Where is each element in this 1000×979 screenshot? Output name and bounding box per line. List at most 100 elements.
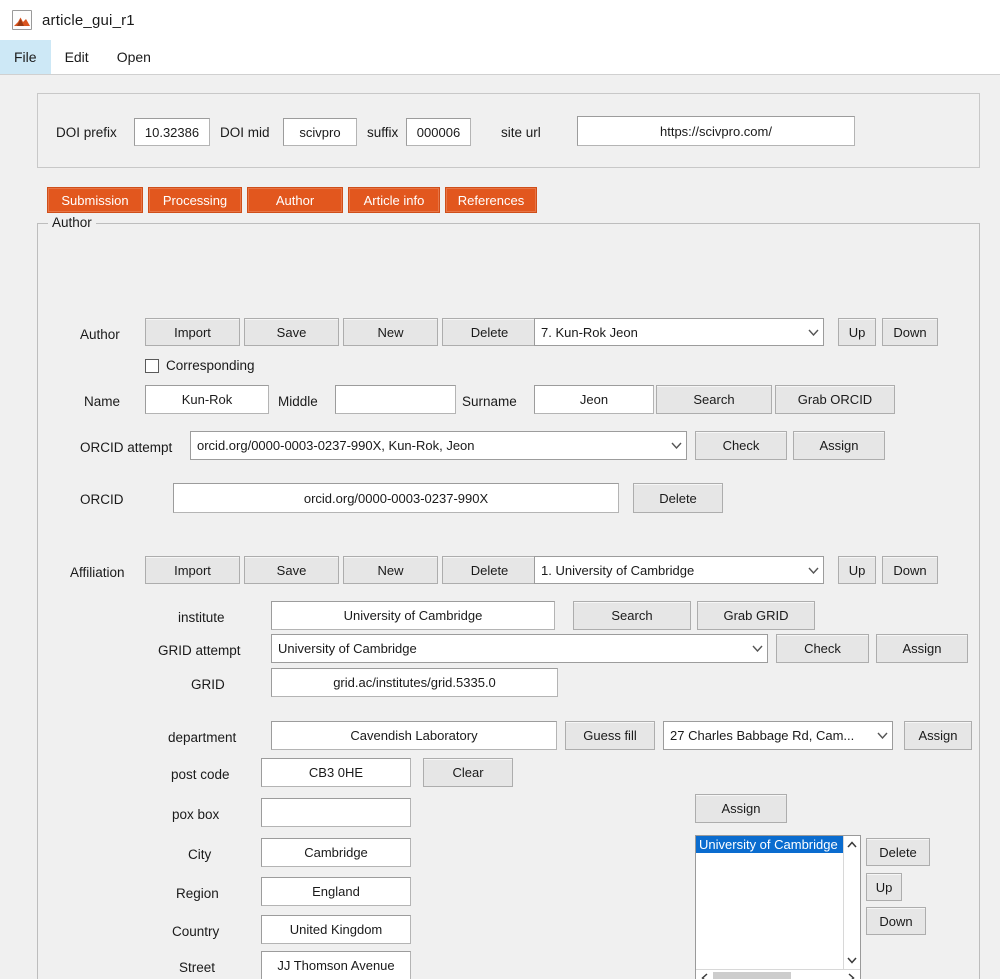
grid-assign-label: Assign (902, 641, 942, 656)
affiliation-new-button[interactable]: New (343, 556, 438, 584)
address-select-dropdown[interactable]: 27 Charles Babbage Rd, Cam... (663, 721, 893, 750)
pox-box-input[interactable] (261, 798, 411, 827)
scroll-right-icon[interactable] (843, 970, 860, 979)
institute-search-button[interactable]: Search (573, 601, 691, 630)
corresponding-label: Corresponding (166, 358, 255, 373)
listbox-vertical-scrollbar[interactable] (843, 836, 860, 969)
department-value: Cavendish Laboratory (350, 728, 478, 743)
doi-prefix-input[interactable]: 10.32386 (134, 118, 210, 146)
street-input[interactable]: JJ Thomson Avenue (261, 951, 411, 979)
middle-label: Middle (278, 394, 318, 409)
author-group-panel: Author Author Import Save New Delete 7. … (37, 215, 980, 979)
orcid-attempt-dropdown[interactable]: orcid.org/0000-0003-0237-990X, Kun-Rok, … (190, 431, 687, 460)
orcid-delete-label: Delete (659, 490, 697, 506)
grab-grid-button[interactable]: Grab GRID (697, 601, 815, 630)
affiliation-select-dropdown[interactable]: 1. University of Cambridge (534, 556, 824, 584)
scroll-up-icon[interactable] (844, 836, 861, 853)
author-delete-button[interactable]: Delete (442, 318, 537, 346)
author-save-button[interactable]: Save (244, 318, 339, 346)
orcid-attempt-value: orcid.org/0000-0003-0237-990X, Kun-Rok, … (197, 438, 475, 453)
address-assign-button[interactable]: Assign (904, 721, 972, 750)
grab-orcid-label: Grab ORCID (797, 392, 873, 407)
tab-author[interactable]: Author (247, 187, 343, 213)
affiliation-save-button[interactable]: Save (244, 556, 339, 584)
affiliation-listbox[interactable]: University of Cambridge (695, 835, 861, 979)
affiliation-up-button[interactable]: Up (838, 556, 876, 584)
country-input[interactable]: United Kingdom (261, 915, 411, 944)
menu-item-edit[interactable]: Edit (51, 40, 103, 74)
author-down-button[interactable]: Down (882, 318, 938, 346)
tab-submission[interactable]: Submission (47, 187, 143, 213)
orcid-assign-button[interactable]: Assign (793, 431, 885, 460)
affiliation-import-button[interactable]: Import (145, 556, 240, 584)
application-window: article_gui_r1 File Edit Open DOI prefix… (0, 0, 1000, 979)
guess-fill-button[interactable]: Guess fill (565, 721, 655, 750)
scroll-down-icon[interactable] (844, 952, 861, 969)
chevron-down-icon (803, 319, 823, 345)
orcid-delete-button[interactable]: Delete (633, 483, 723, 513)
middle-input[interactable] (335, 385, 456, 414)
site-url-input[interactable]: https://scivpro.com/ (577, 116, 855, 146)
country-value: United Kingdom (289, 922, 383, 937)
author-import-button[interactable]: Import (145, 318, 240, 346)
author-save-label: Save (276, 324, 307, 340)
city-value: Cambridge (304, 845, 368, 860)
affiliation-down-button[interactable]: Down (882, 556, 938, 584)
affiliation-list-assign-button[interactable]: Assign (695, 794, 787, 823)
city-input[interactable]: Cambridge (261, 838, 411, 867)
corresponding-checkbox[interactable]: Corresponding (145, 358, 255, 373)
doi-suffix-value: 000006 (416, 124, 461, 140)
menu-item-open[interactable]: Open (103, 40, 165, 74)
tab-article-info[interactable]: Article info (348, 187, 440, 213)
surname-value: Jeon (579, 392, 609, 407)
orcid-check-button[interactable]: Check (695, 431, 787, 460)
address-select-value: 27 Charles Babbage Rd, Cam... (670, 728, 855, 743)
institute-input[interactable]: University of Cambridge (271, 601, 555, 630)
department-input[interactable]: Cavendish Laboratory (271, 721, 557, 750)
doi-suffix-input[interactable]: 000006 (406, 118, 471, 146)
post-code-input[interactable]: CB3 0HE (261, 758, 411, 787)
surname-input[interactable]: Jeon (534, 385, 654, 414)
author-select-dropdown[interactable]: 7. Kun-Rok Jeon (534, 318, 824, 346)
orcid-input[interactable]: orcid.org/0000-0003-0237-990X (173, 483, 619, 513)
grab-orcid-button[interactable]: Grab ORCID (775, 385, 895, 414)
grid-label: GRID (191, 677, 225, 692)
name-search-button[interactable]: Search (656, 385, 772, 414)
chevron-down-icon (872, 722, 892, 749)
affiliation-list-up-button[interactable]: Up (866, 873, 902, 901)
listbox-horizontal-scrollbar[interactable] (696, 969, 860, 979)
institute-label: institute (178, 610, 225, 625)
tab-processing[interactable]: Processing (148, 187, 242, 213)
name-input[interactable]: Kun-Rok (145, 385, 269, 414)
name-value: Kun-Rok (181, 392, 233, 407)
doi-mid-label: DOI mid (220, 125, 270, 140)
post-code-clear-button[interactable]: Clear (423, 758, 513, 787)
grid-assign-button[interactable]: Assign (876, 634, 968, 663)
list-item[interactable]: University of Cambridge (696, 836, 860, 853)
orcid-attempt-label: ORCID attempt (80, 440, 173, 455)
post-code-value: CB3 0HE (308, 765, 364, 780)
author-up-button[interactable]: Up (838, 318, 876, 346)
affiliation-list-down-button[interactable]: Down (866, 907, 926, 935)
author-select-value: 7. Kun-Rok Jeon (541, 324, 638, 340)
tab-author-label: Author (275, 192, 315, 208)
doi-mid-input[interactable]: scivpro (283, 118, 357, 146)
grid-input[interactable]: grid.ac/institutes/grid.5335.0 (271, 668, 558, 697)
author-up-label: Up (848, 324, 866, 340)
scroll-left-icon[interactable] (696, 970, 713, 979)
author-new-button[interactable]: New (343, 318, 438, 346)
affiliation-delete-button[interactable]: Delete (442, 556, 537, 584)
post-code-clear-label: Clear (452, 765, 484, 780)
tab-references[interactable]: References (445, 187, 537, 213)
affiliation-row-label: Affiliation (70, 565, 125, 580)
menu-item-file[interactable]: File (0, 40, 51, 74)
grab-grid-label: Grab GRID (723, 608, 789, 623)
grid-attempt-dropdown[interactable]: University of Cambridge (271, 634, 768, 663)
author-row-label: Author (80, 327, 120, 342)
affiliation-list-delete-button[interactable]: Delete (866, 838, 930, 866)
guess-fill-label: Guess fill (583, 728, 637, 743)
horizontal-scroll-thumb[interactable] (713, 971, 791, 979)
grid-check-button[interactable]: Check (776, 634, 869, 663)
tab-submission-label: Submission (61, 192, 129, 208)
region-input[interactable]: England (261, 877, 411, 906)
